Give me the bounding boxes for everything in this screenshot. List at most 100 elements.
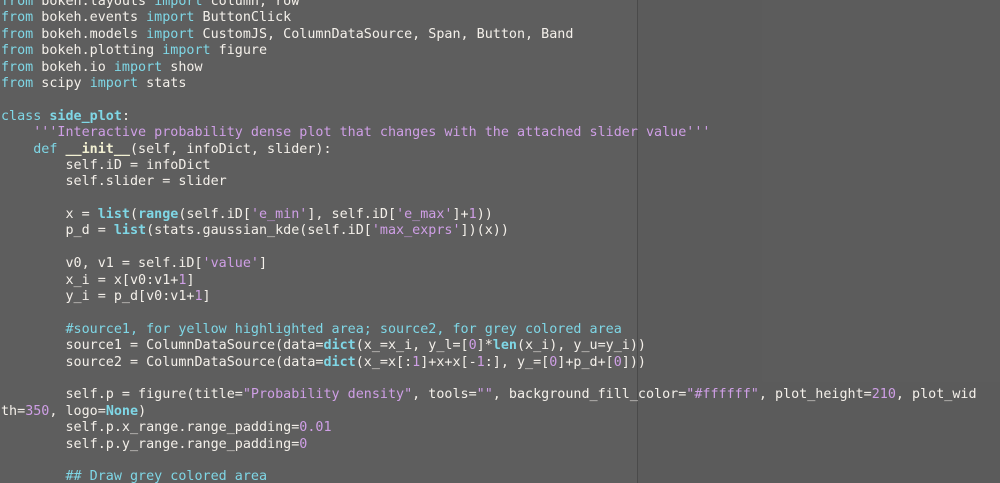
code-token: self.p.x_range.range_padding= bbox=[1, 420, 300, 436]
code-token: (x_=x_i, y_l=[ bbox=[355, 338, 469, 354]
code-token: ]+ bbox=[452, 207, 469, 223]
code-token: self.p.y_range.range_padding= bbox=[1, 436, 300, 452]
code-token: figure bbox=[210, 43, 268, 59]
code-token: 210 bbox=[871, 387, 896, 403]
code-token: self.p = figure(title= bbox=[1, 387, 243, 403]
code-token: import bbox=[154, 0, 203, 9]
code-token: (self, infoDict, slider): bbox=[130, 141, 332, 157]
code-line: self.p.x_range.range_padding=0.01 bbox=[1, 420, 977, 436]
code-token: ] bbox=[202, 289, 211, 305]
code-token: 'e_min' bbox=[250, 207, 308, 223]
code-token: )) bbox=[476, 207, 493, 223]
code-line: '''Interactive probability dense plot th… bbox=[1, 125, 977, 141]
code-lines: from bokeh.layouts import column, row fro… bbox=[1, 0, 977, 483]
code-token: , tools= bbox=[412, 387, 477, 403]
code-token: from bbox=[1, 26, 34, 42]
code-line: x_i = x[v0:v1+1] bbox=[1, 273, 977, 289]
code-token: : bbox=[121, 108, 130, 124]
code-line: v0, v1 = self.iD['value'] bbox=[1, 256, 977, 272]
code-token: __init__ bbox=[65, 141, 131, 157]
code-token: source2 = ColumnDataSource(data= bbox=[1, 354, 324, 370]
code-token: ButtonClick bbox=[194, 10, 292, 26]
code-token: ], self.iD[ bbox=[307, 207, 397, 223]
code-editor[interactable]: from bokeh.layouts import column, row fro… bbox=[0, 0, 1000, 483]
code-line: x = list(range(self.iD['e_min'], self.iD… bbox=[1, 207, 977, 223]
code-token: class bbox=[1, 108, 42, 124]
code-token: '''Interactive probability dense plot th… bbox=[33, 125, 711, 141]
code-line: self.p = figure(title="Probability densi… bbox=[1, 387, 977, 403]
code-line: from bokeh.models import CustomJS, Colum… bbox=[1, 27, 977, 43]
code-token: (stats.gaussian_kde(self.iD[ bbox=[146, 223, 372, 239]
code-token: import bbox=[162, 43, 211, 59]
code-token: ] bbox=[186, 272, 195, 288]
code-token: scipy bbox=[33, 75, 90, 91]
code-token: self.iD = infoDict bbox=[1, 157, 211, 173]
code-token: side_plot bbox=[49, 108, 122, 124]
code-token: v0, v1 = self.iD[ bbox=[1, 256, 203, 272]
code-token: 'e_max' bbox=[396, 207, 453, 223]
code-token: 1 bbox=[476, 354, 485, 370]
code-token: column, row bbox=[202, 0, 300, 9]
code-token: x_i = x[v0:v1+ bbox=[1, 272, 179, 288]
code-line: class side_plot: bbox=[1, 109, 977, 125]
code-token: ]+x+x[- bbox=[420, 354, 477, 370]
code-token: CustomJS, ColumnDataSource, Span, Button… bbox=[194, 26, 574, 42]
code-token: bokeh.io bbox=[33, 59, 114, 75]
code-token: ( bbox=[130, 207, 139, 223]
code-token: def bbox=[33, 141, 58, 157]
code-token: range bbox=[138, 207, 179, 223]
code-token: th= bbox=[1, 403, 26, 419]
code-token: dict bbox=[323, 338, 356, 354]
code-token: "Probability density" bbox=[242, 387, 413, 403]
code-token: 'max_exprs' bbox=[371, 223, 461, 239]
code-line: from scipy import stats bbox=[1, 76, 977, 92]
code-line: y_i = p_d[v0:v1+1] bbox=[1, 289, 977, 305]
code-token: bokeh.events bbox=[33, 10, 147, 26]
code-line: source1 = ColumnDataSource(data=dict(x_=… bbox=[1, 338, 977, 354]
code-line: ## Draw grey colored area bbox=[1, 469, 977, 483]
code-token: from bbox=[1, 59, 34, 75]
code-line: self.slider = slider bbox=[1, 174, 977, 190]
code-token: dict bbox=[323, 354, 356, 370]
code-token: (self.iD[ bbox=[178, 207, 251, 223]
code-token: import bbox=[89, 75, 139, 91]
code-token: from bbox=[1, 10, 34, 26]
code-token: , background_fill_color= bbox=[492, 387, 687, 403]
code-line: self.p.y_range.range_padding=0 bbox=[1, 437, 977, 453]
code-token: 1 bbox=[194, 289, 203, 305]
code-token: list bbox=[97, 207, 130, 223]
code-token: , plot_wid bbox=[895, 387, 977, 403]
code-line: from bokeh.layouts import column, row bbox=[1, 0, 977, 10]
code-token: 1 bbox=[468, 207, 477, 223]
code-token: , logo= bbox=[49, 403, 106, 419]
code-line: from bokeh.plotting import figure bbox=[1, 43, 977, 59]
code-token: source1 = ColumnDataSource(data= bbox=[1, 338, 324, 354]
code-token: import bbox=[146, 10, 195, 26]
code-line: #source1, for yellow highlighted area; s… bbox=[1, 322, 977, 338]
code-line: from bokeh.io import show bbox=[1, 60, 977, 76]
code-line: p_d = list(stats.gaussian_kde(self.iD['m… bbox=[1, 223, 977, 239]
code-token: import bbox=[113, 59, 163, 75]
code-token: bokeh.plotting bbox=[33, 43, 163, 59]
code-token: None bbox=[105, 403, 139, 419]
code-token: show bbox=[162, 59, 203, 75]
code-token: ])) bbox=[621, 354, 646, 370]
code-line: source2 = ColumnDataSource(data=dict(x_=… bbox=[1, 355, 977, 371]
code-token: 0 bbox=[299, 436, 308, 452]
code-token: from bbox=[1, 75, 34, 91]
code-token: ## Draw grey colored area bbox=[1, 469, 268, 483]
code-token: :], y_=[ bbox=[484, 354, 550, 370]
code-token: bokeh.models bbox=[33, 26, 147, 42]
code-token: 0 bbox=[468, 338, 477, 354]
code-token: from bbox=[1, 0, 34, 9]
code-line: from bokeh.events import ButtonClick bbox=[1, 10, 977, 26]
code-line: th=350, logo=None) bbox=[1, 404, 977, 420]
code-token: ])(x)) bbox=[460, 223, 509, 239]
code-token: self.slider = slider bbox=[1, 174, 227, 190]
code-token: len bbox=[492, 338, 517, 354]
code-token: ] bbox=[258, 256, 268, 272]
